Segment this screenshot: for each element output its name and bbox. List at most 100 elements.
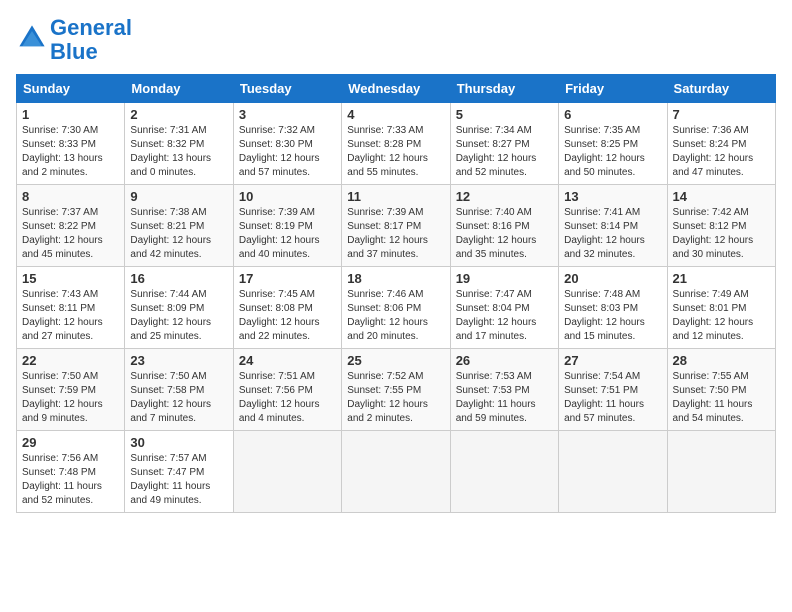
calendar-cell: 18 Sunrise: 7:46 AMSunset: 8:06 PMDaylig… <box>342 267 450 349</box>
day-number: 25 <box>347 353 444 368</box>
calendar-body: 1 Sunrise: 7:30 AMSunset: 8:33 PMDayligh… <box>17 103 776 513</box>
column-header-tuesday: Tuesday <box>233 75 341 103</box>
day-number: 20 <box>564 271 661 286</box>
calendar-week-row: 22 Sunrise: 7:50 AMSunset: 7:59 PMDaylig… <box>17 349 776 431</box>
calendar-cell: 14 Sunrise: 7:42 AMSunset: 8:12 PMDaylig… <box>667 185 775 267</box>
day-number: 24 <box>239 353 336 368</box>
day-number: 23 <box>130 353 227 368</box>
calendar-cell: 19 Sunrise: 7:47 AMSunset: 8:04 PMDaylig… <box>450 267 558 349</box>
calendar-cell <box>450 431 558 513</box>
calendar-cell: 17 Sunrise: 7:45 AMSunset: 8:08 PMDaylig… <box>233 267 341 349</box>
calendar-cell: 9 Sunrise: 7:38 AMSunset: 8:21 PMDayligh… <box>125 185 233 267</box>
logo: GeneralBlue <box>16 16 132 64</box>
day-detail: Sunrise: 7:30 AMSunset: 8:33 PMDaylight:… <box>22 124 119 180</box>
day-number: 7 <box>673 107 770 122</box>
day-detail: Sunrise: 7:37 AMSunset: 8:22 PMDaylight:… <box>22 206 119 262</box>
day-number: 3 <box>239 107 336 122</box>
page-header: GeneralBlue <box>16 16 776 64</box>
day-detail: Sunrise: 7:53 AMSunset: 7:53 PMDaylight:… <box>456 370 553 426</box>
day-number: 12 <box>456 189 553 204</box>
day-detail: Sunrise: 7:49 AMSunset: 8:01 PMDaylight:… <box>673 288 770 344</box>
calendar-header-row: SundayMondayTuesdayWednesdayThursdayFrid… <box>17 75 776 103</box>
column-header-monday: Monday <box>125 75 233 103</box>
day-detail: Sunrise: 7:51 AMSunset: 7:56 PMDaylight:… <box>239 370 336 426</box>
calendar-week-row: 15 Sunrise: 7:43 AMSunset: 8:11 PMDaylig… <box>17 267 776 349</box>
day-number: 27 <box>564 353 661 368</box>
day-number: 6 <box>564 107 661 122</box>
day-number: 22 <box>22 353 119 368</box>
day-detail: Sunrise: 7:38 AMSunset: 8:21 PMDaylight:… <box>130 206 227 262</box>
calendar-cell: 20 Sunrise: 7:48 AMSunset: 8:03 PMDaylig… <box>559 267 667 349</box>
day-detail: Sunrise: 7:52 AMSunset: 7:55 PMDaylight:… <box>347 370 444 426</box>
day-number: 30 <box>130 435 227 450</box>
day-detail: Sunrise: 7:39 AMSunset: 8:17 PMDaylight:… <box>347 206 444 262</box>
calendar-cell: 30 Sunrise: 7:57 AMSunset: 7:47 PMDaylig… <box>125 431 233 513</box>
day-detail: Sunrise: 7:45 AMSunset: 8:08 PMDaylight:… <box>239 288 336 344</box>
calendar-cell <box>342 431 450 513</box>
calendar-cell: 23 Sunrise: 7:50 AMSunset: 7:58 PMDaylig… <box>125 349 233 431</box>
calendar-cell: 12 Sunrise: 7:40 AMSunset: 8:16 PMDaylig… <box>450 185 558 267</box>
calendar-cell: 29 Sunrise: 7:56 AMSunset: 7:48 PMDaylig… <box>17 431 125 513</box>
day-detail: Sunrise: 7:33 AMSunset: 8:28 PMDaylight:… <box>347 124 444 180</box>
calendar-cell: 15 Sunrise: 7:43 AMSunset: 8:11 PMDaylig… <box>17 267 125 349</box>
day-detail: Sunrise: 7:35 AMSunset: 8:25 PMDaylight:… <box>564 124 661 180</box>
calendar-cell: 3 Sunrise: 7:32 AMSunset: 8:30 PMDayligh… <box>233 103 341 185</box>
day-number: 10 <box>239 189 336 204</box>
calendar-week-row: 29 Sunrise: 7:56 AMSunset: 7:48 PMDaylig… <box>17 431 776 513</box>
calendar-cell <box>667 431 775 513</box>
column-header-thursday: Thursday <box>450 75 558 103</box>
day-detail: Sunrise: 7:44 AMSunset: 8:09 PMDaylight:… <box>130 288 227 344</box>
day-number: 19 <box>456 271 553 286</box>
day-number: 28 <box>673 353 770 368</box>
calendar-cell: 4 Sunrise: 7:33 AMSunset: 8:28 PMDayligh… <box>342 103 450 185</box>
calendar-cell: 22 Sunrise: 7:50 AMSunset: 7:59 PMDaylig… <box>17 349 125 431</box>
calendar-cell: 7 Sunrise: 7:36 AMSunset: 8:24 PMDayligh… <box>667 103 775 185</box>
calendar-week-row: 1 Sunrise: 7:30 AMSunset: 8:33 PMDayligh… <box>17 103 776 185</box>
day-number: 11 <box>347 189 444 204</box>
calendar-cell: 2 Sunrise: 7:31 AMSunset: 8:32 PMDayligh… <box>125 103 233 185</box>
day-detail: Sunrise: 7:48 AMSunset: 8:03 PMDaylight:… <box>564 288 661 344</box>
calendar-cell: 26 Sunrise: 7:53 AMSunset: 7:53 PMDaylig… <box>450 349 558 431</box>
day-detail: Sunrise: 7:47 AMSunset: 8:04 PMDaylight:… <box>456 288 553 344</box>
column-header-wednesday: Wednesday <box>342 75 450 103</box>
day-detail: Sunrise: 7:31 AMSunset: 8:32 PMDaylight:… <box>130 124 227 180</box>
day-number: 13 <box>564 189 661 204</box>
day-detail: Sunrise: 7:50 AMSunset: 7:59 PMDaylight:… <box>22 370 119 426</box>
day-detail: Sunrise: 7:36 AMSunset: 8:24 PMDaylight:… <box>673 124 770 180</box>
day-number: 16 <box>130 271 227 286</box>
calendar-cell <box>559 431 667 513</box>
day-detail: Sunrise: 7:54 AMSunset: 7:51 PMDaylight:… <box>564 370 661 426</box>
day-detail: Sunrise: 7:55 AMSunset: 7:50 PMDaylight:… <box>673 370 770 426</box>
calendar-cell: 13 Sunrise: 7:41 AMSunset: 8:14 PMDaylig… <box>559 185 667 267</box>
day-detail: Sunrise: 7:41 AMSunset: 8:14 PMDaylight:… <box>564 206 661 262</box>
calendar-cell: 1 Sunrise: 7:30 AMSunset: 8:33 PMDayligh… <box>17 103 125 185</box>
calendar-cell: 11 Sunrise: 7:39 AMSunset: 8:17 PMDaylig… <box>342 185 450 267</box>
calendar-cell: 24 Sunrise: 7:51 AMSunset: 7:56 PMDaylig… <box>233 349 341 431</box>
calendar-cell: 16 Sunrise: 7:44 AMSunset: 8:09 PMDaylig… <box>125 267 233 349</box>
day-number: 26 <box>456 353 553 368</box>
day-number: 4 <box>347 107 444 122</box>
column-header-friday: Friday <box>559 75 667 103</box>
calendar-cell: 5 Sunrise: 7:34 AMSunset: 8:27 PMDayligh… <box>450 103 558 185</box>
day-number: 15 <box>22 271 119 286</box>
day-number: 8 <box>22 189 119 204</box>
day-number: 14 <box>673 189 770 204</box>
calendar-cell: 28 Sunrise: 7:55 AMSunset: 7:50 PMDaylig… <box>667 349 775 431</box>
day-detail: Sunrise: 7:34 AMSunset: 8:27 PMDaylight:… <box>456 124 553 180</box>
day-number: 1 <box>22 107 119 122</box>
calendar-cell: 25 Sunrise: 7:52 AMSunset: 7:55 PMDaylig… <box>342 349 450 431</box>
day-detail: Sunrise: 7:40 AMSunset: 8:16 PMDaylight:… <box>456 206 553 262</box>
calendar-cell: 27 Sunrise: 7:54 AMSunset: 7:51 PMDaylig… <box>559 349 667 431</box>
calendar-cell: 21 Sunrise: 7:49 AMSunset: 8:01 PMDaylig… <box>667 267 775 349</box>
calendar-table: SundayMondayTuesdayWednesdayThursdayFrid… <box>16 74 776 513</box>
calendar-cell: 6 Sunrise: 7:35 AMSunset: 8:25 PMDayligh… <box>559 103 667 185</box>
day-detail: Sunrise: 7:56 AMSunset: 7:48 PMDaylight:… <box>22 452 119 508</box>
day-detail: Sunrise: 7:42 AMSunset: 8:12 PMDaylight:… <box>673 206 770 262</box>
day-number: 9 <box>130 189 227 204</box>
day-detail: Sunrise: 7:57 AMSunset: 7:47 PMDaylight:… <box>130 452 227 508</box>
calendar-week-row: 8 Sunrise: 7:37 AMSunset: 8:22 PMDayligh… <box>17 185 776 267</box>
calendar-cell: 10 Sunrise: 7:39 AMSunset: 8:19 PMDaylig… <box>233 185 341 267</box>
day-detail: Sunrise: 7:32 AMSunset: 8:30 PMDaylight:… <box>239 124 336 180</box>
day-detail: Sunrise: 7:46 AMSunset: 8:06 PMDaylight:… <box>347 288 444 344</box>
calendar-cell: 8 Sunrise: 7:37 AMSunset: 8:22 PMDayligh… <box>17 185 125 267</box>
